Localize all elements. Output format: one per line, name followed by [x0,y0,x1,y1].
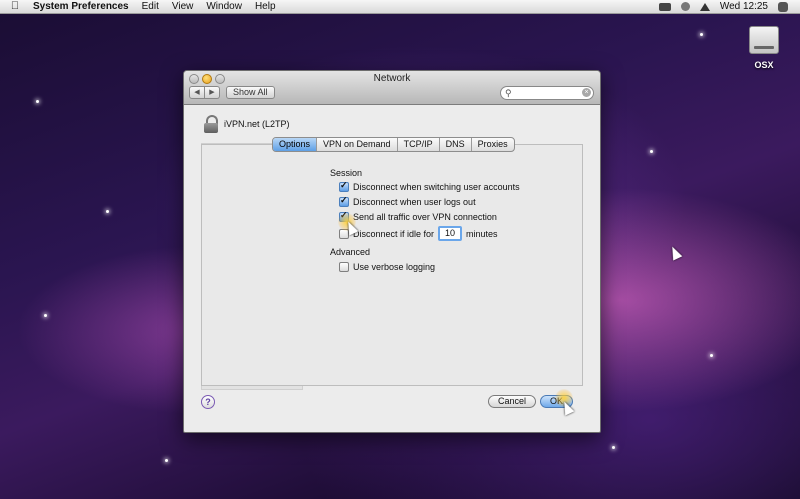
star [650,150,653,153]
window-title: Network [373,73,411,84]
service-header: iVPN.net (L2TP) [204,115,290,133]
lock-icon [204,115,218,133]
checkbox[interactable] [339,195,349,207]
tab-bar: Options VPN on Demand TCP/IP DNS Proxies [272,137,515,152]
service-name: iVPN.net (L2TP) [224,119,290,129]
idle-suffix: minutes [466,228,498,239]
option-send-all-traffic[interactable]: Send all traffic over VPN connection [339,210,497,222]
tab-tcp-ip[interactable]: TCP/IP [396,138,439,151]
tab-proxies[interactable]: Proxies [470,138,514,151]
tab-vpn-on-demand[interactable]: VPN on Demand [316,138,397,151]
option-label: Disconnect when user logs out [353,197,476,207]
menu-view[interactable]: View [172,0,194,13]
tab-dns[interactable]: DNS [438,138,471,151]
session-heading: Session [330,168,363,178]
disk-label: OSX [754,60,774,70]
cancel-button[interactable]: Cancel [488,395,537,408]
menu-help[interactable]: Help [255,0,276,13]
menu-bar:  System Preferences Edit View Window He… [0,0,800,14]
desktop-cursor [667,244,683,261]
help-button[interactable]: ? [201,395,215,409]
star [36,100,39,103]
window-titlebar: Network ◀ ▶ Show All ⚲ × [184,71,600,105]
menu-edit[interactable]: Edit [142,0,159,13]
search-field[interactable]: ⚲ × [500,86,594,100]
eject-icon[interactable] [699,2,710,11]
checkbox[interactable] [339,262,349,272]
apple-menu-icon[interactable]:  [10,0,20,13]
back-button[interactable]: ◀ [189,86,205,99]
clear-search-icon[interactable]: × [582,88,591,97]
star [44,314,47,317]
star [710,354,713,357]
star [700,33,703,36]
forward-button[interactable]: ▶ [205,86,220,99]
idle-minutes-field[interactable]: 10 [438,226,463,241]
menu-app-name[interactable]: System Preferences [33,0,129,13]
option-label: Use verbose logging [353,262,436,272]
option-label: Disconnect when switching user accounts [353,182,520,192]
desktop-disk[interactable]: OSX [748,26,780,70]
network-window: Network ◀ ▶ Show All ⚲ × iVPN.net (L2TP)… [183,70,601,433]
advanced-heading: Advanced [330,247,371,257]
hard-disk-icon [749,26,779,54]
tab-options[interactable]: Options [273,138,317,151]
show-all-button[interactable]: Show All [226,86,275,99]
nav-buttons: ◀ ▶ [189,86,220,99]
battery-icon[interactable] [658,2,671,11]
option-verbose-logging[interactable]: Use verbose logging [339,262,435,272]
time-machine-icon[interactable] [680,2,690,11]
menu-window[interactable]: Window [206,0,242,13]
spotlight-icon[interactable] [778,1,788,12]
option-label: Disconnect if idle for [353,228,435,239]
option-idle-disconnect[interactable]: Disconnect if idle for 10 minutes [339,226,498,241]
star [106,210,109,213]
star [165,459,168,462]
menu-clock[interactable]: Wed 12:25 [720,0,768,13]
search-icon: ⚲ [505,88,512,98]
star [612,446,615,449]
option-label: Send all traffic over VPN connection [353,212,497,222]
option-disconnect-logout[interactable]: Disconnect when user logs out [339,195,476,207]
checkbox[interactable] [339,180,349,192]
option-disconnect-switch-user[interactable]: Disconnect when switching user accounts [339,180,520,192]
